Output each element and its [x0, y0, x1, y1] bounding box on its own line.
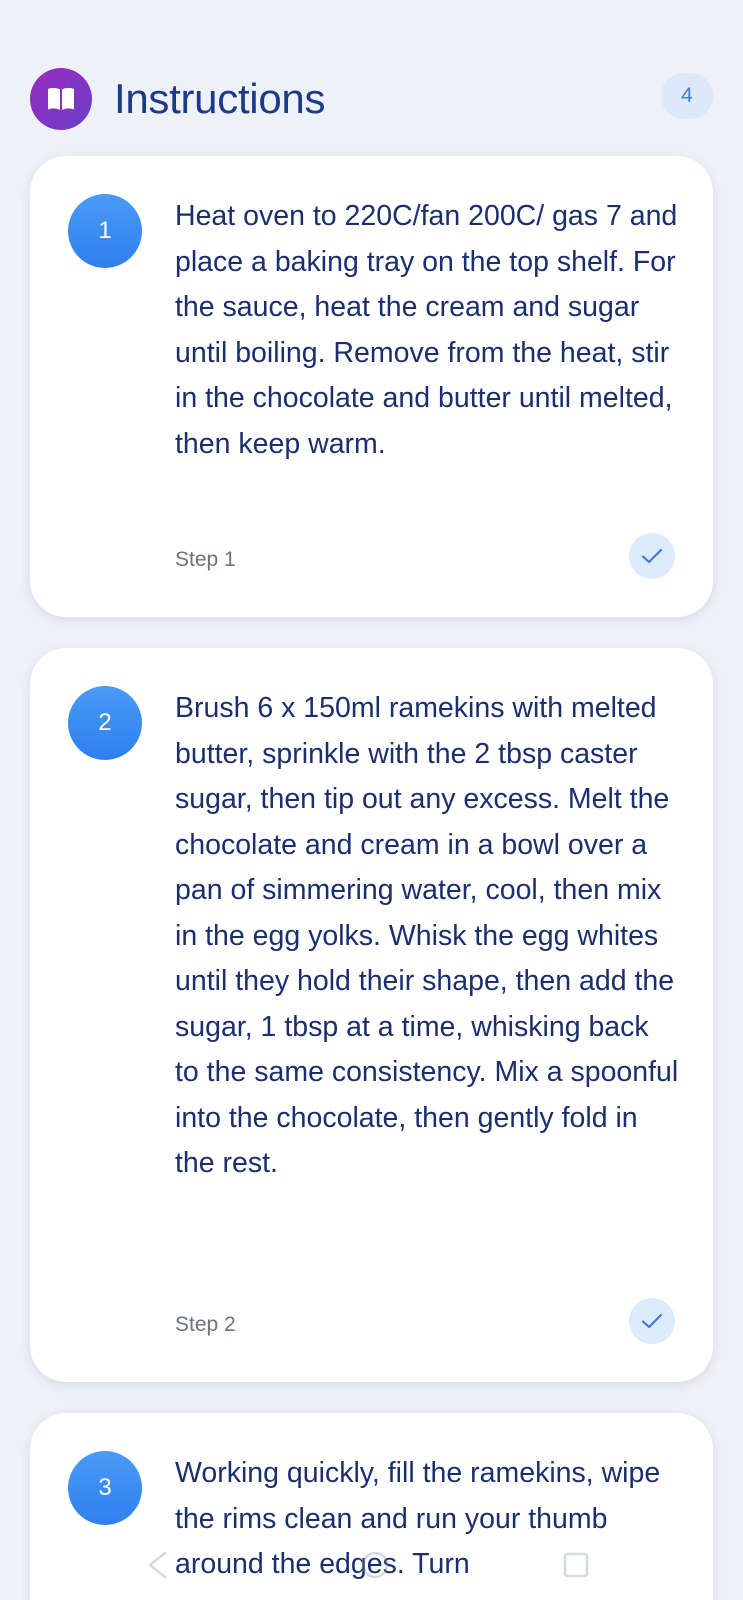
step-count-badge: 4: [661, 73, 713, 119]
step-card-2[interactable]: 2 Brush 6 x 150ml ramekins with melted b…: [30, 648, 713, 1382]
instructions-header: Instructions 4: [30, 68, 713, 130]
step-label: Step 1: [175, 548, 236, 571]
page-title: Instructions: [114, 75, 326, 122]
recents-icon: [563, 1552, 589, 1578]
back-icon: [148, 1551, 167, 1579]
home-icon: [361, 1551, 389, 1579]
checkmark-icon: [641, 548, 663, 564]
step-card-1[interactable]: 1 Heat oven to 220C/fan 200C/ gas 7 and …: [30, 156, 713, 617]
instructions-screen: Instructions 4 1 Heat oven to 220C/fan 2…: [0, 0, 743, 1600]
step-complete-toggle[interactable]: [629, 533, 675, 579]
checkmark-icon: [641, 1313, 663, 1329]
system-navigation-overlay: [148, 1551, 589, 1579]
step-number-badge: 2: [68, 686, 142, 760]
step-number-badge: 3: [68, 1451, 142, 1525]
step-label: Step 2: [175, 1313, 236, 1336]
step-instruction-text: Brush 6 x 150ml ramekins with melted but…: [175, 692, 679, 1179]
step-number-badge: 1: [68, 194, 142, 268]
step-complete-toggle[interactable]: [629, 1298, 675, 1344]
open-book-icon: [30, 68, 92, 130]
step-instruction-text: Heat oven to 220C/fan 200C/ gas 7 and pl…: [175, 200, 678, 460]
